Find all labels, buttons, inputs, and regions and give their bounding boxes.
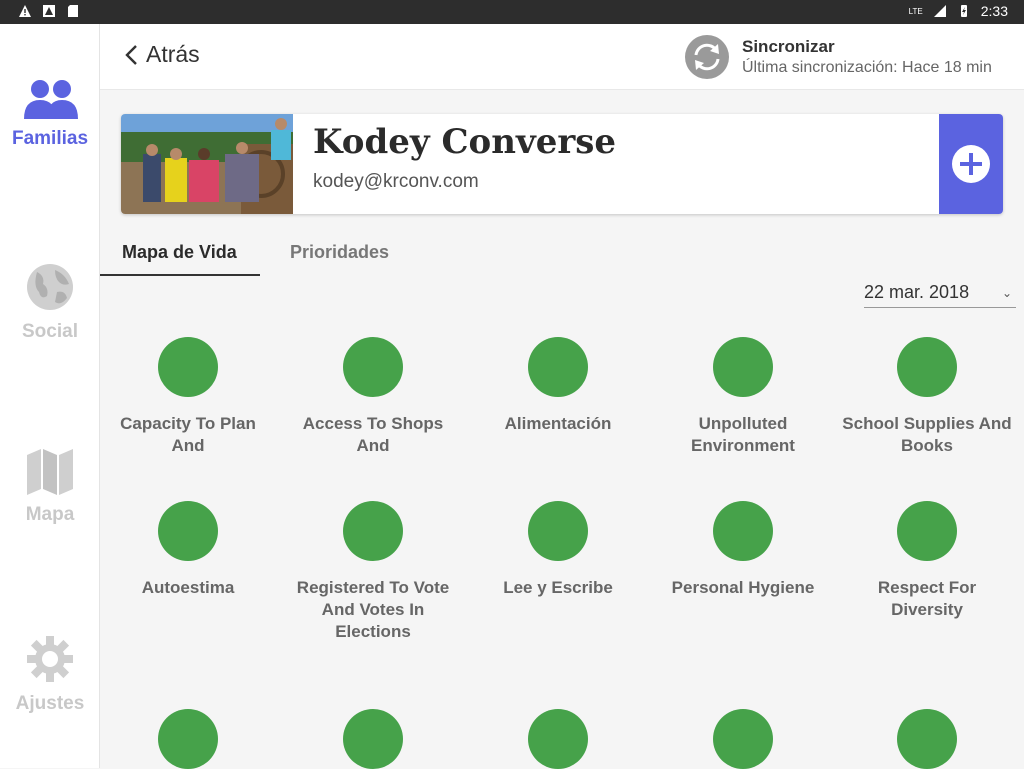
indicator-label: Personal Hygiene: [671, 578, 815, 597]
indicator-label: Respect For Diversity: [877, 578, 977, 619]
indicator-item[interactable]: [473, 709, 643, 769]
indicator-label: Registered To Vote And Votes In Election…: [296, 578, 450, 641]
family-email: kodey@krconv.com: [313, 171, 479, 192]
indicator-status-dot[interactable]: [343, 501, 403, 561]
indicator-status-dot[interactable]: [158, 709, 218, 769]
sidebar-item-ajustes[interactable]: Ajustes: [0, 634, 100, 715]
plus-circle-icon: [952, 145, 990, 183]
sidebar-item-familias[interactable]: Familias: [0, 79, 100, 150]
tab-mapa-de-vida[interactable]: Mapa de Vida: [122, 242, 237, 263]
indicator-status-dot[interactable]: [897, 709, 957, 769]
indicator-status-dot[interactable]: [158, 337, 218, 397]
sidebar-item-label: Familias: [11, 128, 89, 149]
indicator-item[interactable]: [288, 709, 458, 769]
indicator-status-dot[interactable]: [343, 337, 403, 397]
indicator-item[interactable]: Autoestima: [103, 501, 273, 599]
indicator-label: Access To Shops And: [302, 414, 444, 455]
chevron-down-icon: ⌄: [1001, 286, 1012, 300]
map-icon: [27, 449, 73, 495]
indicator-status-dot[interactable]: [528, 501, 588, 561]
indicator-item[interactable]: [842, 709, 1012, 769]
indicator-item[interactable]: Respect For Diversity: [842, 501, 1012, 621]
battery-charging-icon: [960, 5, 967, 17]
clock: 2:33: [980, 3, 1008, 19]
lte-indicator: LTE: [908, 6, 923, 16]
sidebar-item-label: Ajustes: [15, 693, 85, 714]
top-bar: Atrás Sincronizar Última sincronización:…: [100, 24, 1024, 90]
tab-prioridades[interactable]: Prioridades: [290, 242, 389, 263]
active-tab-indicator: [100, 274, 260, 276]
indicator-item[interactable]: [658, 709, 828, 769]
tab-bar: Mapa de Vida Prioridades: [100, 234, 1024, 276]
indicator-status-dot[interactable]: [713, 337, 773, 397]
sidebar-item-label: Mapa: [25, 504, 75, 525]
indicator-item[interactable]: Registered To Vote And Votes In Election…: [288, 501, 458, 643]
chevron-left-icon: [125, 44, 137, 65]
sidebar-item-mapa[interactable]: Mapa: [0, 449, 100, 526]
indicator-status-dot[interactable]: [713, 709, 773, 769]
indicator-label: Alimentación: [504, 414, 612, 433]
indicator-label: Capacity To Plan And: [120, 414, 256, 455]
indicator-status-dot[interactable]: [897, 337, 957, 397]
back-label: Atrás: [146, 41, 200, 67]
indicator-status-dot[interactable]: [897, 501, 957, 561]
add-button[interactable]: [939, 114, 1003, 214]
indicator-item[interactable]: Personal Hygiene: [658, 501, 828, 599]
indicator-item[interactable]: [103, 709, 273, 769]
signal-icon: [933, 5, 946, 17]
indicator-item[interactable]: Capacity To Plan And: [103, 337, 273, 457]
indicator-status-dot[interactable]: [528, 709, 588, 769]
sidebar-item-label: Social: [22, 321, 78, 342]
sidebar-item-social[interactable]: Social: [0, 262, 100, 343]
indicator-status-dot[interactable]: [528, 337, 588, 397]
last-sync-text: Última sincronización: Hace 18 min: [742, 59, 992, 76]
sync-icon: [685, 35, 729, 79]
warning-icon: [19, 5, 31, 17]
indicator-item[interactable]: School Supplies And Books: [842, 337, 1012, 457]
people-icon: [24, 80, 78, 119]
globe-icon: [27, 264, 73, 310]
indicator-status-dot[interactable]: [713, 501, 773, 561]
family-card[interactable]: Kodey Converse kodey@krconv.com: [121, 114, 1003, 214]
app-notification-icon: [43, 5, 55, 17]
indicator-status-dot[interactable]: [158, 501, 218, 561]
indicator-item[interactable]: Unpolluted Environment: [658, 337, 828, 457]
indicator-label: Unpolluted Environment: [691, 414, 795, 455]
indicator-status-dot[interactable]: [343, 709, 403, 769]
indicator-item[interactable]: Access To Shops And: [288, 337, 458, 457]
indicator-item[interactable]: Alimentación: [473, 337, 643, 435]
date-select[interactable]: 22 mar. 2018 ⌄: [864, 282, 1016, 308]
sync-title: Sincronizar: [742, 37, 835, 56]
indicator-item[interactable]: Lee y Escribe: [473, 501, 643, 599]
indicator-label: Lee y Escribe: [503, 578, 613, 597]
sidebar: Familias Social Mapa Ajustes: [0, 24, 100, 768]
family-name: Kodey Converse: [313, 122, 617, 162]
gear-icon: [27, 636, 73, 682]
date-select-value: 22 mar. 2018: [864, 282, 970, 302]
indicator-label: Autoestima: [141, 578, 235, 597]
status-bar: LTE 2:33: [0, 0, 1024, 24]
family-photo: [121, 114, 293, 214]
sd-card-icon: [68, 5, 78, 17]
indicator-label: School Supplies And Books: [842, 414, 1012, 455]
sync-button[interactable]: Sincronizar Última sincronización: Hace …: [684, 34, 992, 80]
back-button[interactable]: Atrás: [124, 41, 200, 68]
